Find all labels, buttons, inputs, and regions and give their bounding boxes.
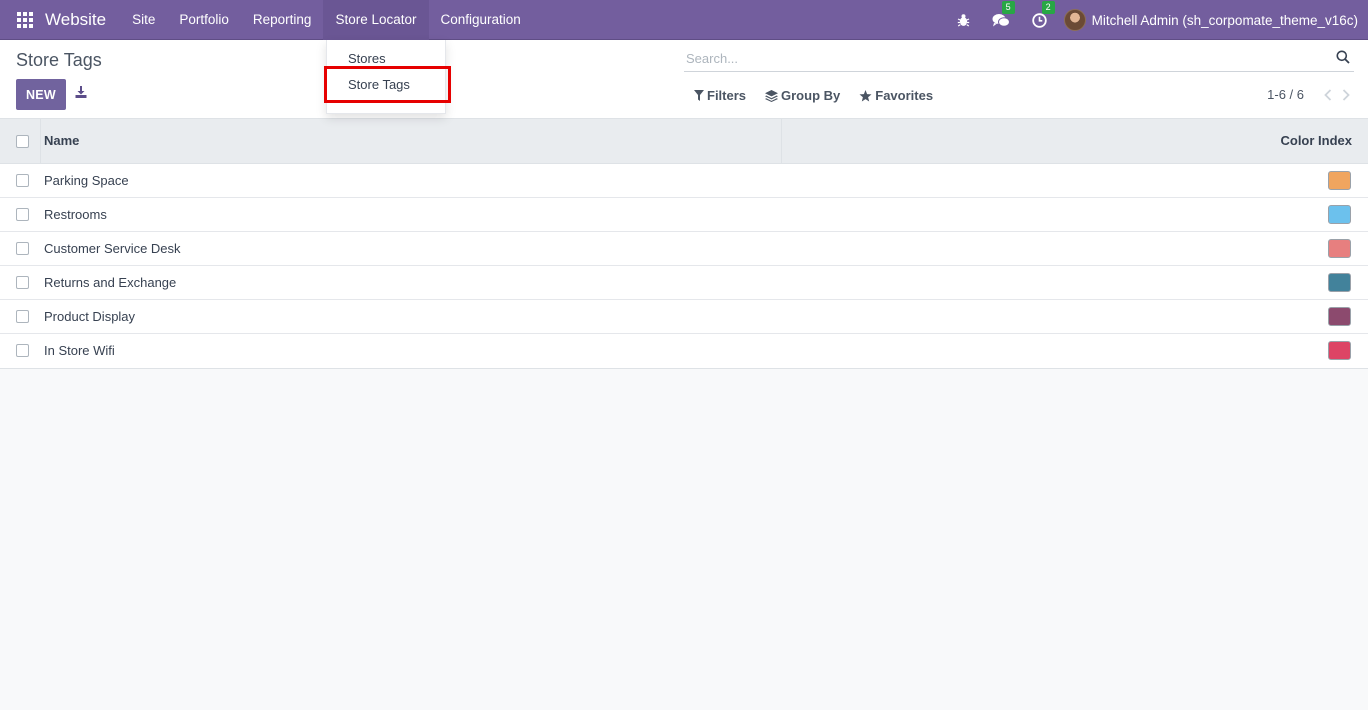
pager-previous-icon[interactable] [1324, 88, 1332, 101]
navbar-systray: 5 2 Mitchell Admin (sh_corpomate_theme_v… [946, 0, 1358, 40]
column-header-name[interactable]: Name [44, 133, 79, 148]
page-title: Store Tags [16, 50, 102, 70]
main-menu: Site Portfolio Reporting Store Locator C… [120, 0, 533, 40]
favorites-button[interactable]: Favorites [859, 88, 933, 103]
menu-reporting[interactable]: Reporting [241, 0, 324, 40]
menu-configuration[interactable]: Configuration [429, 0, 533, 40]
debug-icon[interactable] [957, 13, 970, 27]
column-separator [781, 119, 782, 163]
color-swatch[interactable] [1328, 273, 1351, 292]
search-input[interactable] [684, 46, 1324, 70]
color-swatch[interactable] [1328, 307, 1351, 326]
table-row[interactable]: In Store Wifi [0, 334, 1368, 368]
row-checkbox[interactable] [16, 310, 29, 323]
group-by-button[interactable]: Group By [765, 88, 840, 103]
dropdown-item-store-tags[interactable]: Store Tags [348, 77, 410, 92]
menu-store-locator[interactable]: Store Locator [323, 0, 429, 40]
control-panel: Store Tags NEW Filters [0, 40, 1368, 119]
pager-next-icon[interactable] [1342, 88, 1350, 101]
row-name: In Store Wifi [44, 343, 115, 358]
row-name: Product Display [44, 309, 136, 324]
color-swatch[interactable] [1328, 205, 1351, 224]
column-separator [40, 119, 41, 163]
layers-icon [765, 89, 779, 102]
user-menu[interactable]: Mitchell Admin (sh_corpomate_theme_v16c) [1092, 13, 1358, 28]
apps-menu-icon[interactable] [17, 11, 33, 28]
column-header-color-index[interactable]: Color Index [1280, 133, 1352, 148]
search-options: Filters Group By Favorites [694, 88, 952, 103]
favorites-label: Favorites [875, 88, 934, 103]
search-bar [684, 46, 1354, 72]
list-header: Name Color Index [0, 119, 1368, 164]
table-row[interactable]: Returns and Exchange [0, 266, 1368, 300]
filter-icon [694, 90, 704, 101]
menu-site[interactable]: Site [120, 0, 167, 40]
messages-button[interactable]: 5 [992, 0, 1015, 28]
row-checkbox[interactable] [16, 174, 29, 187]
select-all-checkbox[interactable] [16, 135, 29, 148]
activities-badge: 2 [1041, 0, 1055, 14]
color-swatch[interactable] [1328, 171, 1351, 190]
dropdown-item-stores[interactable]: Stores [348, 51, 386, 66]
chat-icon [992, 13, 1010, 27]
activities-button[interactable]: 2 [1031, 0, 1055, 28]
top-navbar: Website Site Portfolio Reporting Store L… [0, 0, 1368, 40]
table-row[interactable]: Parking Space [0, 164, 1368, 198]
user-avatar[interactable] [1063, 9, 1086, 31]
row-name: Customer Service Desk [44, 241, 181, 256]
messages-badge: 5 [1001, 0, 1015, 14]
row-checkbox[interactable] [16, 242, 29, 255]
pager: 1-6 / 6 [1267, 87, 1350, 102]
filters-button[interactable]: Filters [694, 88, 746, 103]
pager-value[interactable]: 1-6 / 6 [1267, 87, 1304, 102]
row-name: Parking Space [44, 173, 129, 188]
row-checkbox[interactable] [16, 208, 29, 221]
table-row[interactable]: Product Display [0, 300, 1368, 334]
row-name: Restrooms [44, 207, 107, 222]
star-icon [859, 89, 872, 101]
store-tags-list: Name Color Index Parking Space Restrooms… [0, 119, 1368, 369]
filters-label: Filters [707, 88, 747, 103]
store-locator-dropdown: Stores Store Tags [326, 40, 446, 114]
row-name: Returns and Exchange [44, 275, 177, 290]
table-row[interactable]: Restrooms [0, 198, 1368, 232]
color-swatch[interactable] [1328, 239, 1351, 258]
row-checkbox[interactable] [16, 276, 29, 289]
new-button[interactable]: NEW [16, 79, 66, 110]
download-icon[interactable] [75, 86, 87, 101]
clock-icon [1031, 12, 1047, 28]
app-brand[interactable]: Website [45, 10, 106, 30]
row-checkbox[interactable] [16, 344, 29, 357]
menu-portfolio[interactable]: Portfolio [167, 0, 241, 40]
search-icon[interactable] [1336, 50, 1350, 67]
group-by-label: Group By [781, 88, 841, 103]
table-row[interactable]: Customer Service Desk [0, 232, 1368, 266]
color-swatch[interactable] [1328, 341, 1351, 360]
